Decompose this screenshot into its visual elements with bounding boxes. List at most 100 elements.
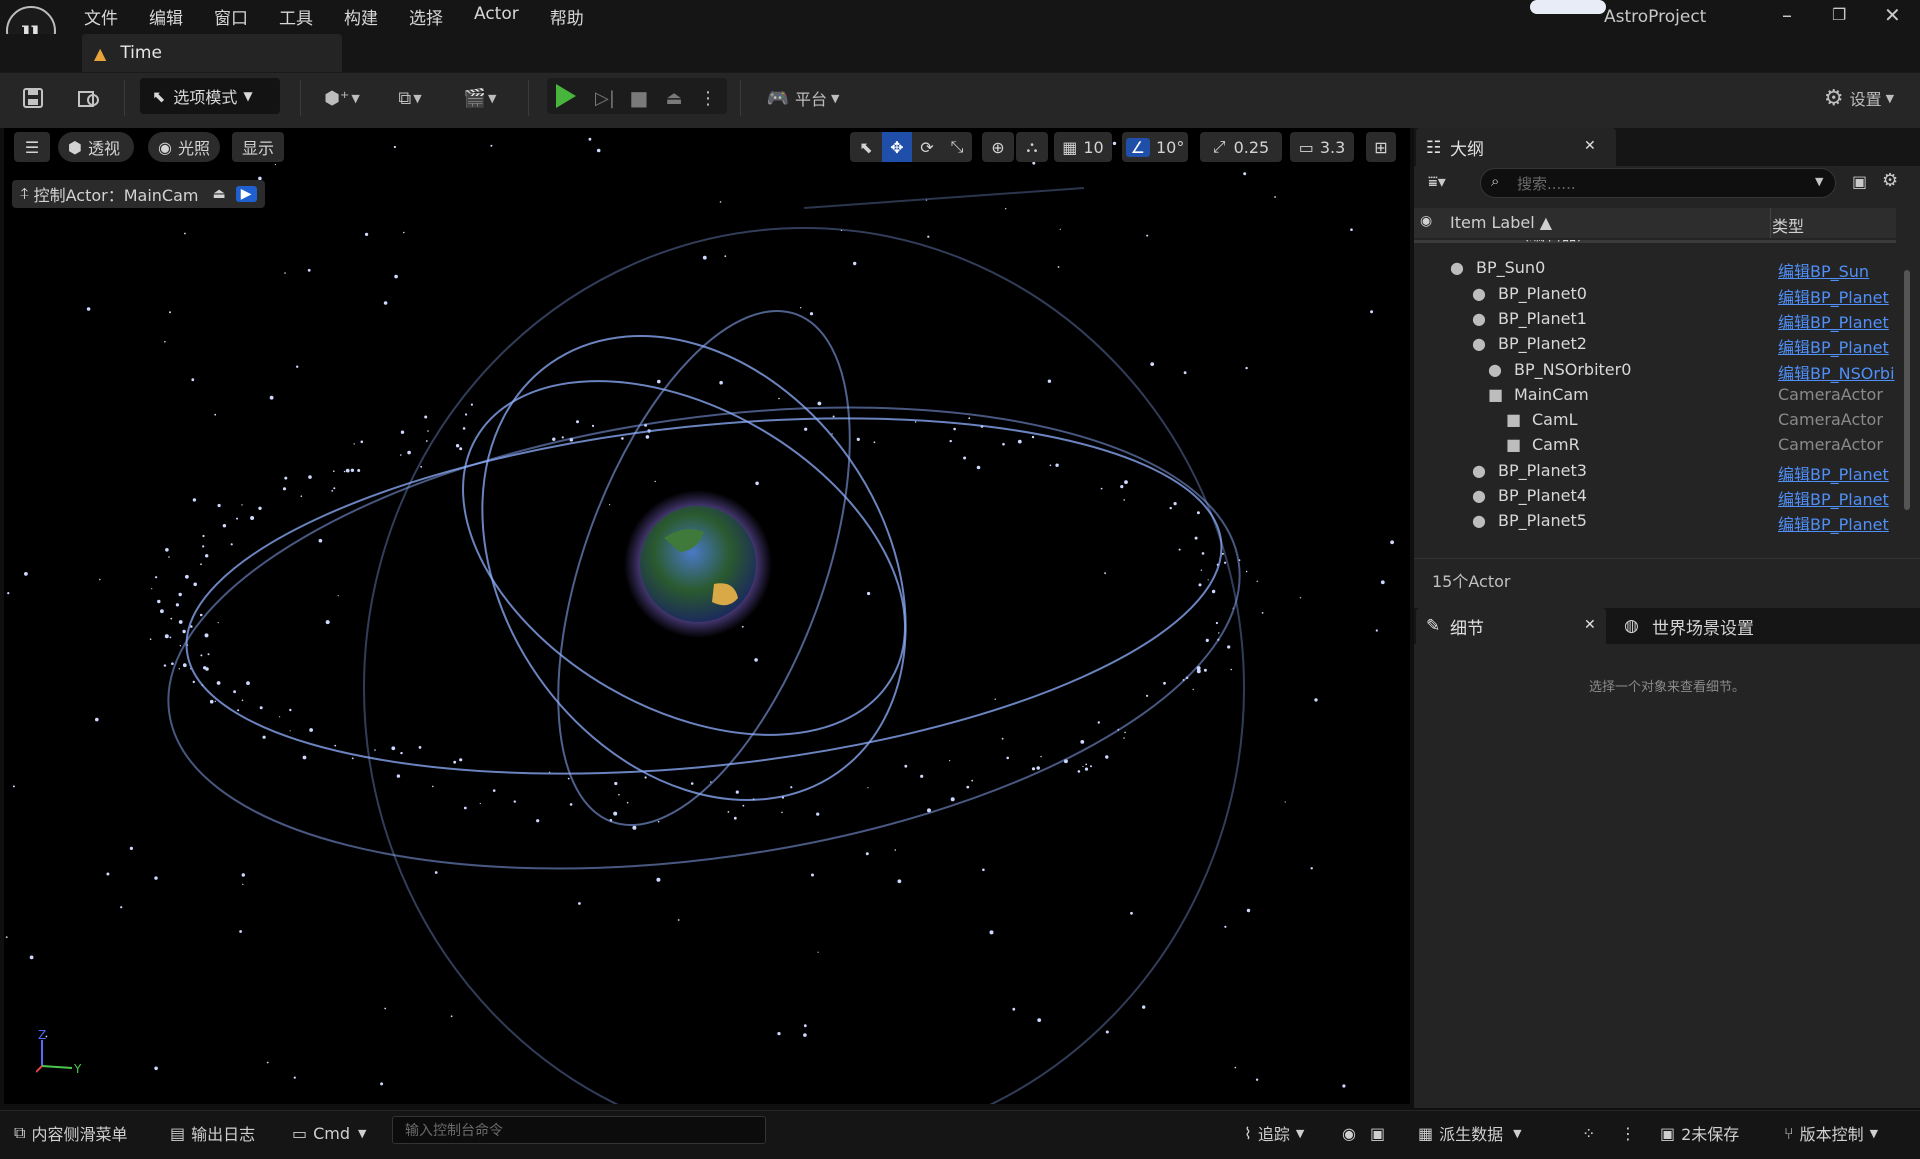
blueprint-button[interactable]: ⧉ ▼ [386,80,434,116]
menu-item[interactable]: 选择 [409,4,443,29]
row-type[interactable]: 编辑BP_Planet [1778,284,1889,308]
rotate-tool-icon[interactable]: ⟳ [912,132,942,162]
status-more-icon[interactable]: ⋮ [1620,1118,1636,1148]
scale-tool-icon[interactable]: ⤡ [942,132,972,162]
platform-button[interactable]: 🎮 平台 ▼ [760,80,846,116]
more-options-icon[interactable]: ⋮ [696,80,720,116]
close-tab-icon[interactable]: ✕ [1584,138,1596,154]
outliner-row[interactable]: ● BP_Sun0 编辑BP_Sun [1414,255,1896,282]
row-type[interactable]: 编辑BP_Planet [1778,511,1889,535]
menu-item[interactable]: 文件 [84,4,118,29]
world-settings-tab[interactable]: ◍ 世界场景设置 [1624,608,1754,644]
content-drawer-button[interactable]: ⧉ 内容侧滑菜单 [14,1118,127,1148]
star [233,690,237,694]
perspective-button[interactable]: ⬢ 透视 [58,132,134,162]
trace-button[interactable]: ⌇ 追踪 ▼ [1244,1118,1304,1148]
output-log-button[interactable]: ▤ 输出日志 [170,1118,255,1148]
world-space-icon[interactable]: ⊕ [982,132,1014,162]
angle-icon: ∠ [1125,137,1150,157]
menu-item[interactable]: 编辑 [149,4,183,29]
star [1243,172,1247,176]
cmd-selector[interactable]: ▭ Cmd ▼ [292,1118,367,1148]
move-tool-icon[interactable]: ✥ [882,132,912,162]
play-icon[interactable] [556,84,576,108]
menu-item[interactable]: 窗口 [214,4,248,29]
restore-icon[interactable]: ❐ [1832,5,1846,24]
network-icon[interactable]: ⁘ [1582,1118,1595,1148]
row-type[interactable]: 编辑BP_Planet [1778,486,1889,510]
star [1234,1066,1237,1069]
outliner-row[interactable]: ■ CamL CameraActor [1414,407,1896,432]
star [168,556,170,558]
outliner-row[interactable]: ● BP_Planet4 编辑BP_Planet [1414,483,1896,510]
viewport-menu-icon[interactable]: ☰ [14,132,50,162]
lighting-button[interactable]: ◉ 光照 [148,132,220,162]
advance-frame-icon[interactable]: ▷| [590,80,620,116]
outliner-settings-icon[interactable]: ⚙ [1882,170,1898,191]
outliner-row[interactable]: ● BP_Planet3 编辑BP_Planet [1414,458,1896,485]
show-button[interactable]: 显示 [232,132,284,162]
select-tool-icon[interactable]: ⬉ [850,132,882,162]
column-divider[interactable] [1770,208,1771,238]
eject-pilot-icon[interactable]: ⏏ [212,186,225,202]
layout-icon[interactable]: ⊞ [1366,132,1396,162]
close-icon[interactable]: ✕ [1884,3,1901,27]
save-icon[interactable] [16,80,50,116]
output-log-icon: ▤ [170,1123,186,1143]
snapshot-icon[interactable]: ▣ [1370,1118,1385,1148]
star [86,307,91,311]
outliner-tab[interactable]: ☷ 大纲 ✕ [1416,128,1616,166]
add-folder-icon[interactable]: ▣ [1852,172,1867,191]
outliner-row[interactable]: ● BP_Planet0 编辑BP_Planet [1414,281,1896,308]
close-tab-icon[interactable]: ✕ [1584,617,1596,633]
camera-speed-button[interactable]: ▭ 3.3 [1290,132,1354,162]
derived-data-button[interactable]: ▦ 派生数据 ▼ [1418,1118,1522,1148]
outliner-row[interactable]: ● BP_Planet5 编辑BP_Planet [1414,508,1896,535]
menu-item[interactable]: 构建 [344,4,378,29]
column-item-label[interactable]: Item Label ▲ [1450,213,1552,232]
grid-snap-button[interactable]: ▦ 10 [1054,132,1112,162]
menu-item[interactable]: 工具 [279,4,313,29]
row-type[interactable]: 编辑BP_Planet [1778,334,1889,358]
settings-button[interactable]: ⚙ 设置 ▼ [1810,80,1908,116]
outliner-row[interactable]: ● BP_Planet1 编辑BP_Planet [1414,306,1896,333]
unsaved-button[interactable]: ▣ 2未保存 [1660,1118,1739,1148]
rotation-snap-button[interactable]: ∠ 10° [1122,132,1188,162]
document-tab[interactable]: ▲ Time [82,34,342,72]
outliner-row[interactable]: ● BP_NSOrbiter0 编辑BP_NSOrbi [1414,357,1896,384]
eject-icon[interactable]: ⏏ [660,80,688,116]
browse-icon[interactable] [72,80,106,116]
stop-icon[interactable]: ■ [626,80,652,116]
details-tab[interactable]: ✎ 细节 ✕ [1416,608,1606,644]
source-control-button[interactable]: ⑂ 版本控制 ▼ [1784,1118,1878,1148]
menu-item[interactable]: Actor [474,4,519,29]
row-type[interactable]: 编辑BP_Planet [1778,309,1889,333]
outliner-row[interactable]: ▲Time（编辑器） [1414,240,1896,244]
level-viewport[interactable] [4,128,1410,1104]
row-type[interactable]: 编辑BP_NSOrbi [1778,360,1895,384]
outliner-scrollbar[interactable] [1904,270,1910,510]
menu-item[interactable]: 帮助 [550,4,584,29]
scale-snap-button[interactable]: ⤢ 0.25 [1200,132,1282,162]
record-icon[interactable]: ◉ [1342,1118,1356,1148]
surface-snap-icon[interactable]: ⛬ [1016,132,1048,162]
camera-view-icon[interactable]: ▶ [235,186,257,202]
outliner-search-input[interactable]: ⌕ 搜索...... ▼ [1480,168,1836,198]
cinematics-button[interactable]: 🎬 ▼ [454,80,506,116]
toolbar-separator [740,80,741,116]
star [217,622,219,624]
outliner-row[interactable]: ● BP_Planet2 编辑BP_Planet [1414,331,1896,358]
add-actor-button[interactable]: ⬢⁺ ▼ [318,80,366,116]
row-type[interactable]: 编辑BP_Planet [1778,461,1889,485]
outliner-row[interactable]: ■ CamR CameraActor [1414,432,1896,457]
mode-select-button[interactable]: ⬉ 选项模式 ▼ [140,78,280,114]
earth-planet[interactable] [640,506,756,622]
document-tab-label: Time [120,43,162,63]
row-type[interactable]: 编辑BP_Sun [1778,258,1869,282]
visibility-eye-icon[interactable]: ◉ [1420,213,1432,229]
filter-icon[interactable]: ⩸▾ [1428,172,1446,192]
minimize-icon[interactable]: – [1782,3,1792,27]
column-type[interactable]: 类型 [1772,213,1804,237]
console-command-input[interactable]: 输入控制台命令 [392,1116,766,1144]
outliner-row[interactable]: ■ MainCam CameraActor [1414,382,1896,407]
